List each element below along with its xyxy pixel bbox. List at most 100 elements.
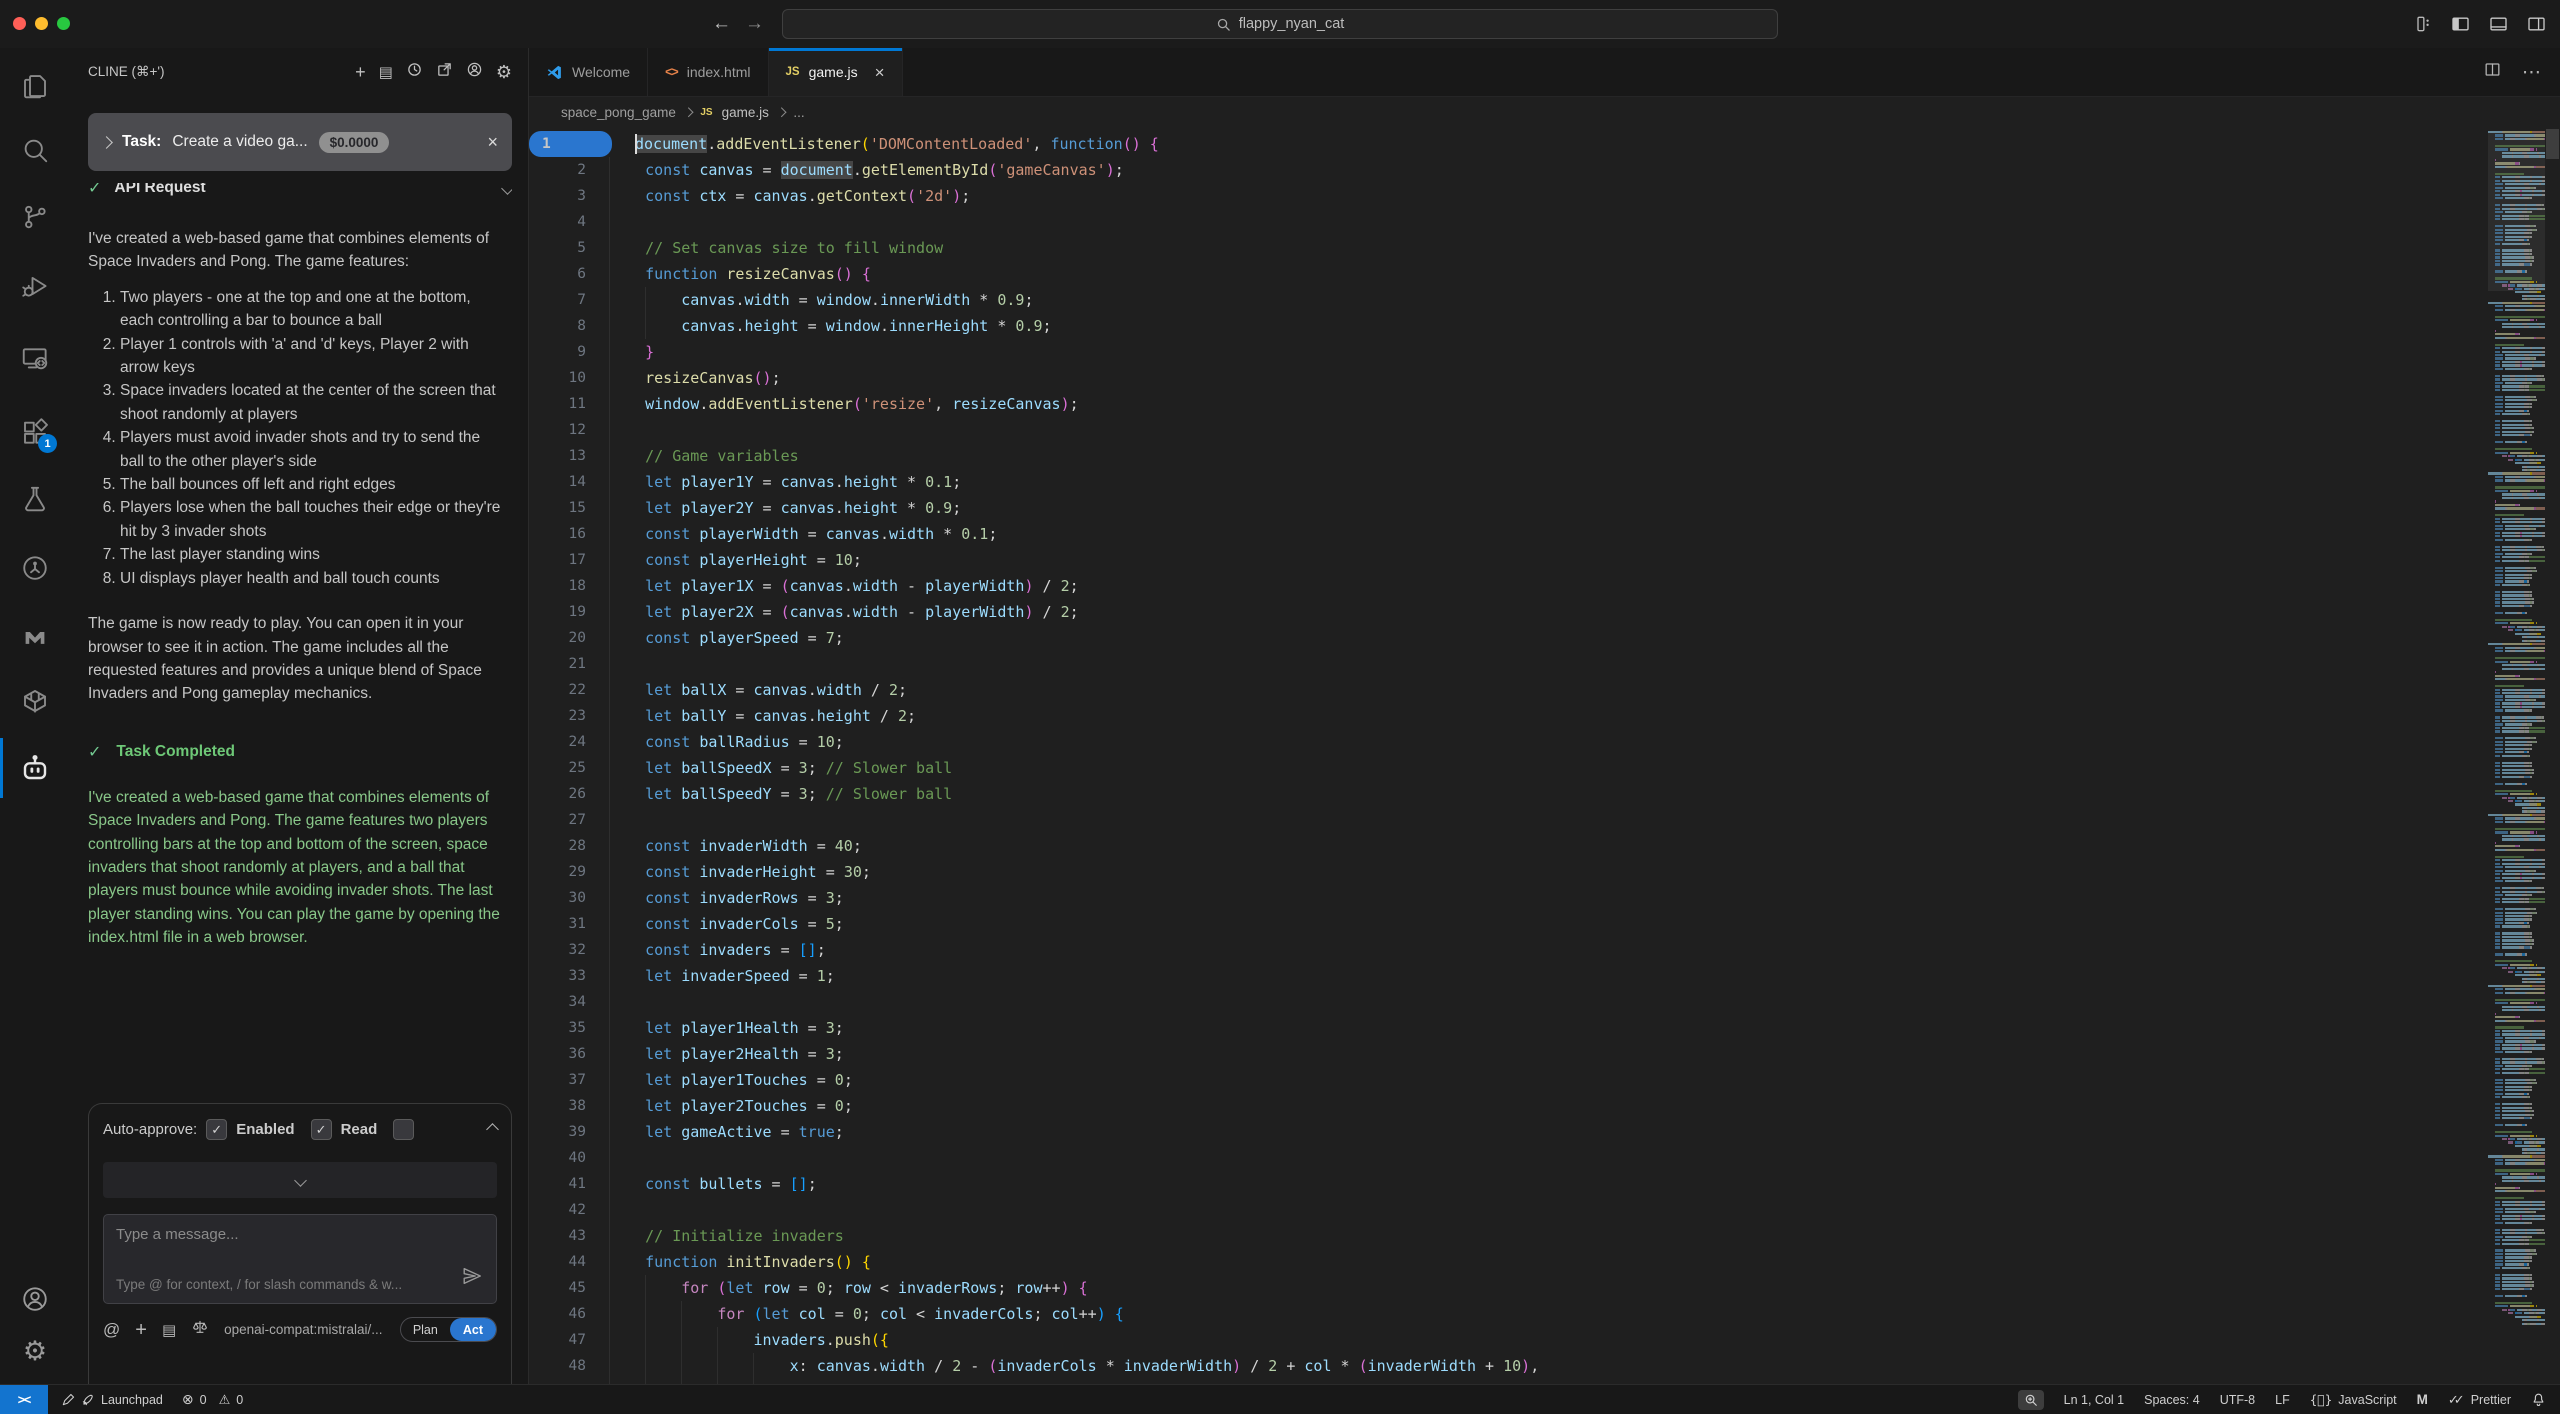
code-line[interactable]: 18 let player1X = (canvas.width - player… xyxy=(529,573,2488,599)
history-icon[interactable] xyxy=(406,61,423,83)
formatter-status[interactable]: ✓✓ Prettier xyxy=(2448,1392,2511,1408)
scrollbar-thumb[interactable] xyxy=(2546,129,2559,159)
code-line[interactable]: 19 let player2X = (canvas.width - player… xyxy=(529,599,2488,625)
code-line[interactable]: 11 window.addEventListener('resize', res… xyxy=(529,391,2488,417)
tab-index-html[interactable]: <> index.html xyxy=(648,48,768,96)
toggle-panel-icon[interactable] xyxy=(2488,14,2509,34)
code-line[interactable]: 48 x: canvas.width / 2 - (invaderCols * … xyxy=(529,1353,2488,1379)
code-line[interactable]: 3 const ctx = canvas.getContext('2d'); xyxy=(529,183,2488,209)
code-line[interactable]: 47 invaders.push({ xyxy=(529,1327,2488,1353)
maximize-window-button[interactable] xyxy=(57,17,70,30)
code-line[interactable]: 43 // Initialize invaders xyxy=(529,1223,2488,1249)
remote-explorer-icon[interactable] xyxy=(19,342,51,374)
code-line[interactable]: 31 const invaderCols = 5; xyxy=(529,911,2488,937)
auto-approve-collapse-chevron-icon[interactable] xyxy=(486,1123,499,1136)
code-line[interactable]: 37 let player1Touches = 0; xyxy=(529,1067,2488,1093)
eol-status[interactable]: LF xyxy=(2275,1393,2290,1407)
references-view-icon[interactable] xyxy=(19,552,51,584)
tab-close-icon[interactable]: × xyxy=(875,64,885,81)
toggle-sidebar-icon[interactable] xyxy=(2450,14,2471,34)
api-request-chevron-icon[interactable] xyxy=(501,183,512,194)
breadcrumb-folder[interactable]: space_pong_game xyxy=(561,105,676,120)
model-selector[interactable]: openai-compat:mistralai/... xyxy=(224,1322,385,1337)
split-editor-icon[interactable] xyxy=(2483,60,2502,84)
explorer-icon[interactable] xyxy=(19,70,51,102)
code-line[interactable]: 45 for (let row = 0; row < invaderRows; … xyxy=(529,1275,2488,1301)
encoding-status[interactable]: UTF-8 xyxy=(2220,1393,2255,1407)
code-line[interactable]: 15 let player2Y = canvas.height * 0.9; xyxy=(529,495,2488,521)
act-mode-button[interactable]: Act xyxy=(450,1318,496,1341)
breadcrumb-file[interactable]: game.js xyxy=(722,105,769,120)
settings-gear-icon[interactable]: ⚙ xyxy=(19,1335,51,1367)
code-line[interactable]: 1document.addEventListener('DOMContentLo… xyxy=(529,131,2488,157)
code-line[interactable]: 36 let player2Health = 3; xyxy=(529,1041,2488,1067)
m-extension-icon[interactable] xyxy=(19,621,51,653)
m-status-icon[interactable]: M xyxy=(2417,1392,2428,1407)
launchpad-status-item[interactable]: Launchpad xyxy=(61,1393,163,1407)
code-line[interactable]: 22 let ballX = canvas.width / 2; xyxy=(529,677,2488,703)
code-line[interactable]: 21 xyxy=(529,651,2488,677)
auto-approve-read-checkbox[interactable]: ✓ xyxy=(311,1119,332,1140)
close-window-button[interactable] xyxy=(13,17,26,30)
auto-approve-enabled-checkbox[interactable]: ✓ xyxy=(206,1119,227,1140)
accounts-icon[interactable] xyxy=(19,1283,51,1315)
command-center-search[interactable]: flappy_nyan_cat xyxy=(782,9,1778,39)
code-line[interactable]: 10 resizeCanvas(); xyxy=(529,365,2488,391)
remote-indicator[interactable]: >< xyxy=(0,1385,48,1414)
cursor-position-status[interactable]: Ln 1, Col 1 xyxy=(2064,1393,2124,1407)
code-line[interactable]: 34 xyxy=(529,989,2488,1015)
minimize-window-button[interactable] xyxy=(35,17,48,30)
code-line[interactable]: 2 const canvas = document.getElementById… xyxy=(529,157,2488,183)
code-line[interactable]: 38 let player2Touches = 0; xyxy=(529,1093,2488,1119)
problems-status-item[interactable]: ⊗ 0 ⚠ 0 xyxy=(182,1391,243,1408)
code-line[interactable]: 8 canvas.height = window.innerHeight * 0… xyxy=(529,313,2488,339)
run-debug-icon[interactable] xyxy=(19,270,51,302)
code-line[interactable]: 9 } xyxy=(529,339,2488,365)
zoom-status-icon[interactable] xyxy=(2018,1390,2044,1410)
send-icon[interactable] xyxy=(461,1265,483,1292)
code-line[interactable]: 32 const invaders = []; xyxy=(529,937,2488,963)
code-line[interactable]: 5 // Set canvas size to fill window xyxy=(529,235,2488,261)
testing-icon[interactable] xyxy=(19,483,51,515)
code-editor[interactable]: 1document.addEventListener('DOMContentLo… xyxy=(529,131,2488,1385)
task-header[interactable]: Task: Create a video ga... $0.0000 × xyxy=(88,113,512,171)
nav-back-icon[interactable]: ← xyxy=(712,13,731,35)
new-task-icon[interactable]: + xyxy=(355,63,366,81)
code-line[interactable]: 27 xyxy=(529,807,2488,833)
mcp-icon[interactable]: ▤ xyxy=(162,1321,176,1339)
sidebar-settings-icon[interactable]: ⚙ xyxy=(496,63,512,81)
mcp-servers-icon[interactable]: ▤ xyxy=(379,65,393,80)
code-line[interactable]: 28 const invaderWidth = 40; xyxy=(529,833,2488,859)
account-icon[interactable] xyxy=(466,61,483,83)
code-line[interactable]: 26 let ballSpeedY = 3; // Slower ball xyxy=(529,781,2488,807)
nav-forward-icon[interactable]: → xyxy=(745,13,764,35)
task-close-icon[interactable]: × xyxy=(487,133,498,151)
code-line[interactable]: 4 xyxy=(529,209,2488,235)
search-view-icon[interactable] xyxy=(19,134,51,166)
customize-layout-icon[interactable] xyxy=(2413,14,2433,34)
code-line[interactable]: 12 xyxy=(529,417,2488,443)
code-line[interactable]: 13 // Game variables xyxy=(529,443,2488,469)
code-line[interactable]: 30 const invaderRows = 3; xyxy=(529,885,2488,911)
editor-scrollbar[interactable] xyxy=(2545,127,2560,1385)
source-control-icon[interactable] xyxy=(19,201,51,233)
code-line[interactable]: 42 xyxy=(529,1197,2488,1223)
code-line[interactable]: 25 let ballSpeedX = 3; // Slower ball xyxy=(529,755,2488,781)
code-line[interactable]: 35 let player1Health = 3; xyxy=(529,1015,2488,1041)
tab-welcome[interactable]: Welcome xyxy=(529,48,648,96)
open-in-editor-icon[interactable] xyxy=(436,61,453,83)
code-line[interactable]: 39 let gameActive = true; xyxy=(529,1119,2488,1145)
code-line[interactable]: 40 xyxy=(529,1145,2488,1171)
add-context-icon[interactable]: @ xyxy=(103,1320,120,1340)
add-images-icon[interactable]: + xyxy=(135,1320,147,1340)
code-line[interactable]: 24 const ballRadius = 10; xyxy=(529,729,2488,755)
code-line[interactable]: 7 canvas.width = window.innerWidth * 0.9… xyxy=(529,287,2488,313)
code-line[interactable]: 6 function resizeCanvas() { xyxy=(529,261,2488,287)
message-input[interactable]: Type a message... Type @ for context, / … xyxy=(103,1214,497,1304)
code-line[interactable]: 20 const playerSpeed = 7; xyxy=(529,625,2488,651)
code-line[interactable]: 16 const playerWidth = canvas.width * 0.… xyxy=(529,521,2488,547)
extensions-icon[interactable]: 1 xyxy=(19,416,51,448)
toggle-secondary-sidebar-icon[interactable] xyxy=(2526,14,2547,34)
code-line[interactable]: 46 for (let col = 0; col < invaderCols; … xyxy=(529,1301,2488,1327)
expand-section-bar[interactable] xyxy=(103,1162,497,1198)
